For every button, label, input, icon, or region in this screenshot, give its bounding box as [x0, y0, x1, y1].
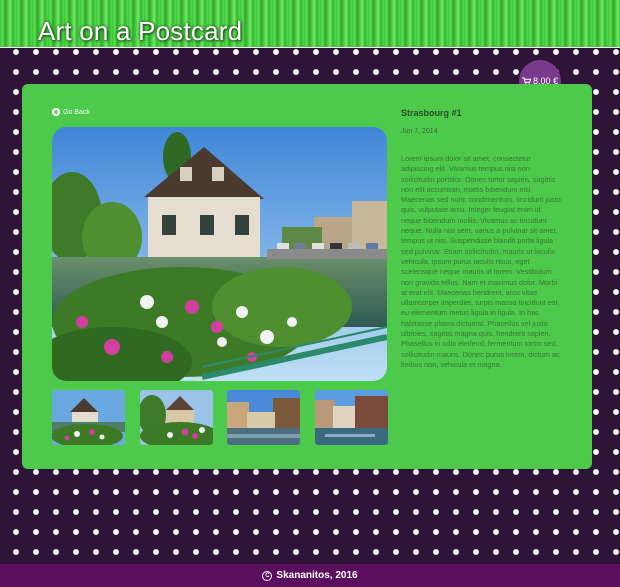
thumbnail-1[interactable]: [52, 390, 125, 445]
copyright-icon: C: [262, 570, 273, 581]
product-description: Lorem ipsum dolor sit amet, consectetur …: [401, 154, 561, 369]
site-footer: C Skananitos, 2016: [0, 564, 620, 587]
main-product-image: [52, 127, 387, 381]
thumbnail-4[interactable]: [315, 390, 388, 445]
product-title: Strasbourg #1: [401, 108, 462, 118]
site-title[interactable]: Art on a Postcard: [38, 16, 242, 47]
go-back-link[interactable]: Go Back: [52, 108, 90, 116]
product-panel: Go Back Strasbourg #1 Jun 7, 2014 Lorem …: [22, 84, 592, 469]
go-back-label: Go Back: [63, 108, 90, 116]
product-date: Jun 7, 2014: [401, 128, 438, 135]
site-header: Art on a Postcard: [0, 0, 620, 48]
footer-text: Skananitos, 2016: [276, 570, 358, 581]
thumbnail-2[interactable]: [140, 390, 213, 445]
thumbnail-3[interactable]: [227, 390, 300, 445]
arrow-left-circle-icon: [52, 108, 60, 116]
